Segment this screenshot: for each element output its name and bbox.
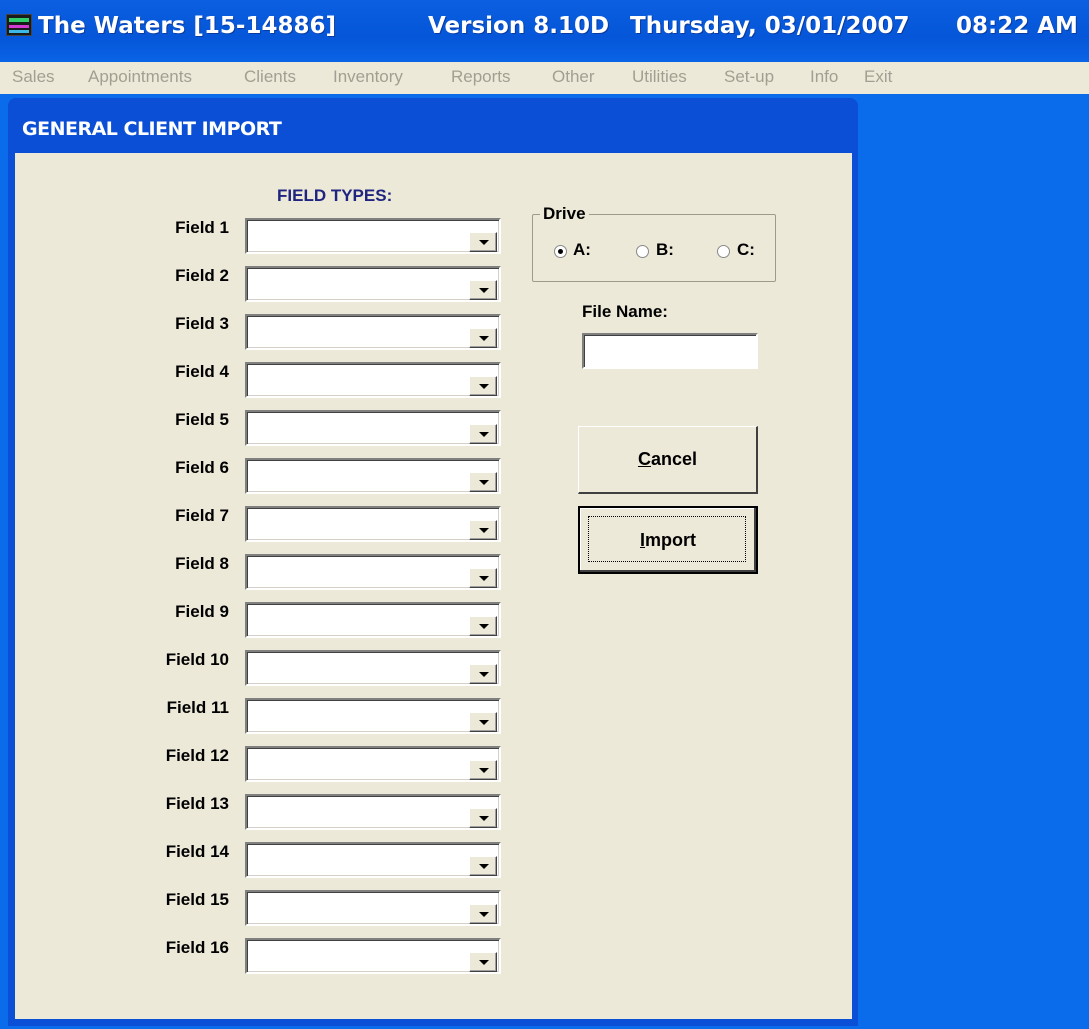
import-button[interactable]: Import bbox=[578, 506, 758, 574]
chevron-down-icon bbox=[479, 672, 489, 677]
drive-b-radio[interactable] bbox=[636, 245, 649, 258]
field-2-label: Field 2 bbox=[175, 266, 229, 285]
dropdown-button[interactable] bbox=[469, 424, 497, 444]
field-8-label: Field 8 bbox=[175, 554, 229, 573]
field-5-label: Field 5 bbox=[175, 410, 229, 429]
field-3-combo[interactable] bbox=[245, 314, 501, 350]
field-5-combo[interactable] bbox=[245, 410, 501, 446]
field-11-label: Field 11 bbox=[166, 698, 229, 717]
field-types-header: FIELD TYPES: bbox=[277, 186, 393, 205]
drive-a-label[interactable]: A: bbox=[573, 240, 591, 260]
cancel-label-rest: ancel bbox=[650, 449, 698, 469]
dropdown-button[interactable] bbox=[469, 232, 497, 252]
field-4-label: Field 4 bbox=[175, 362, 229, 381]
field-14-combo[interactable] bbox=[245, 842, 501, 878]
field-16-combo[interactable] bbox=[245, 938, 501, 974]
chevron-down-icon bbox=[479, 720, 489, 725]
chevron-down-icon bbox=[479, 432, 489, 437]
file-name-input[interactable] bbox=[582, 333, 758, 369]
field-6-label: Field 6 bbox=[175, 458, 229, 477]
dropdown-button[interactable] bbox=[469, 952, 497, 972]
dropdown-button[interactable] bbox=[469, 472, 497, 492]
field-12-combo[interactable] bbox=[245, 746, 501, 782]
app-title: The Waters [15-14886] bbox=[38, 13, 336, 39]
dropdown-button[interactable] bbox=[469, 376, 497, 396]
menu-info[interactable]: Info bbox=[810, 66, 838, 88]
menu-other[interactable]: Other bbox=[552, 66, 595, 88]
field-11-combo[interactable] bbox=[245, 698, 501, 734]
dialog-title: GENERAL CLIENT IMPORT bbox=[22, 118, 282, 140]
dropdown-button[interactable] bbox=[469, 856, 497, 876]
field-15-combo[interactable] bbox=[245, 890, 501, 926]
dropdown-button[interactable] bbox=[469, 520, 497, 540]
field-10-label: Field 10 bbox=[165, 650, 229, 669]
chevron-down-icon bbox=[479, 240, 489, 245]
title-bar: The Waters [15-14886] Version 8.10D Thur… bbox=[0, 0, 1089, 62]
menu-sales[interactable]: Sales bbox=[12, 66, 55, 88]
chevron-down-icon bbox=[479, 480, 489, 485]
menu-exit[interactable]: Exit bbox=[864, 66, 892, 88]
drive-a-radio[interactable] bbox=[554, 245, 567, 258]
dropdown-button[interactable] bbox=[469, 328, 497, 348]
dropdown-button[interactable] bbox=[469, 280, 497, 300]
field-13-label: Field 13 bbox=[165, 794, 229, 813]
field-10-combo[interactable] bbox=[245, 650, 501, 686]
dropdown-button[interactable] bbox=[469, 760, 497, 780]
field-7-combo[interactable] bbox=[245, 506, 501, 542]
field-2-combo[interactable] bbox=[245, 266, 501, 302]
field-9-combo[interactable] bbox=[245, 602, 501, 638]
dropdown-button[interactable] bbox=[469, 808, 497, 828]
focus-rect bbox=[588, 516, 746, 562]
field-1-combo[interactable] bbox=[245, 218, 501, 254]
field-13-combo[interactable] bbox=[245, 794, 501, 830]
date-label: Thursday, 03/01/2007 bbox=[630, 13, 910, 39]
drive-legend: Drive bbox=[540, 204, 589, 224]
field-1-label: Field 1 bbox=[175, 218, 229, 237]
cancel-button[interactable]: Cancel bbox=[578, 426, 758, 494]
drive-b-label[interactable]: B: bbox=[656, 240, 674, 260]
chevron-down-icon bbox=[479, 768, 489, 773]
drive-c-radio[interactable] bbox=[717, 245, 730, 258]
chevron-down-icon bbox=[479, 960, 489, 965]
cancel-accel: C bbox=[637, 449, 651, 469]
dropdown-button[interactable] bbox=[469, 904, 497, 924]
chevron-down-icon bbox=[479, 336, 489, 341]
drive-c-label[interactable]: C: bbox=[737, 240, 755, 260]
field-12-label: Field 12 bbox=[165, 746, 229, 765]
menu-setup[interactable]: Set-up bbox=[724, 66, 774, 88]
chevron-down-icon bbox=[479, 864, 489, 869]
menu-utilities[interactable]: Utilities bbox=[632, 66, 687, 88]
dropdown-button[interactable] bbox=[469, 568, 497, 588]
app-icon bbox=[6, 14, 32, 36]
chevron-down-icon bbox=[479, 384, 489, 389]
menu-clients[interactable]: Clients bbox=[244, 66, 296, 88]
chevron-down-icon bbox=[479, 816, 489, 821]
field-3-label: Field 3 bbox=[175, 314, 229, 333]
field-16-label: Field 16 bbox=[165, 938, 229, 957]
menu-bar: Sales Appointments Clients Inventory Rep… bbox=[0, 62, 1089, 94]
dropdown-button[interactable] bbox=[469, 712, 497, 732]
chevron-down-icon bbox=[479, 528, 489, 533]
dropdown-button[interactable] bbox=[469, 616, 497, 636]
version-label: Version 8.10D bbox=[428, 13, 610, 39]
field-9-label: Field 9 bbox=[175, 602, 229, 621]
field-15-label: Field 15 bbox=[165, 890, 229, 909]
chevron-down-icon bbox=[479, 912, 489, 917]
file-name-label: File Name: bbox=[582, 302, 668, 321]
field-8-combo[interactable] bbox=[245, 554, 501, 590]
field-14-label: Field 14 bbox=[165, 842, 229, 861]
chevron-down-icon bbox=[479, 576, 489, 581]
field-4-combo[interactable] bbox=[245, 362, 501, 398]
time-label: 08:22 AM bbox=[956, 13, 1078, 39]
dropdown-button[interactable] bbox=[469, 664, 497, 684]
menu-appointments[interactable]: Appointments bbox=[88, 66, 192, 88]
menu-inventory[interactable]: Inventory bbox=[333, 66, 403, 88]
field-6-combo[interactable] bbox=[245, 458, 501, 494]
menu-reports[interactable]: Reports bbox=[451, 66, 511, 88]
field-7-label: Field 7 bbox=[175, 506, 229, 525]
chevron-down-icon bbox=[479, 288, 489, 293]
chevron-down-icon bbox=[479, 624, 489, 629]
